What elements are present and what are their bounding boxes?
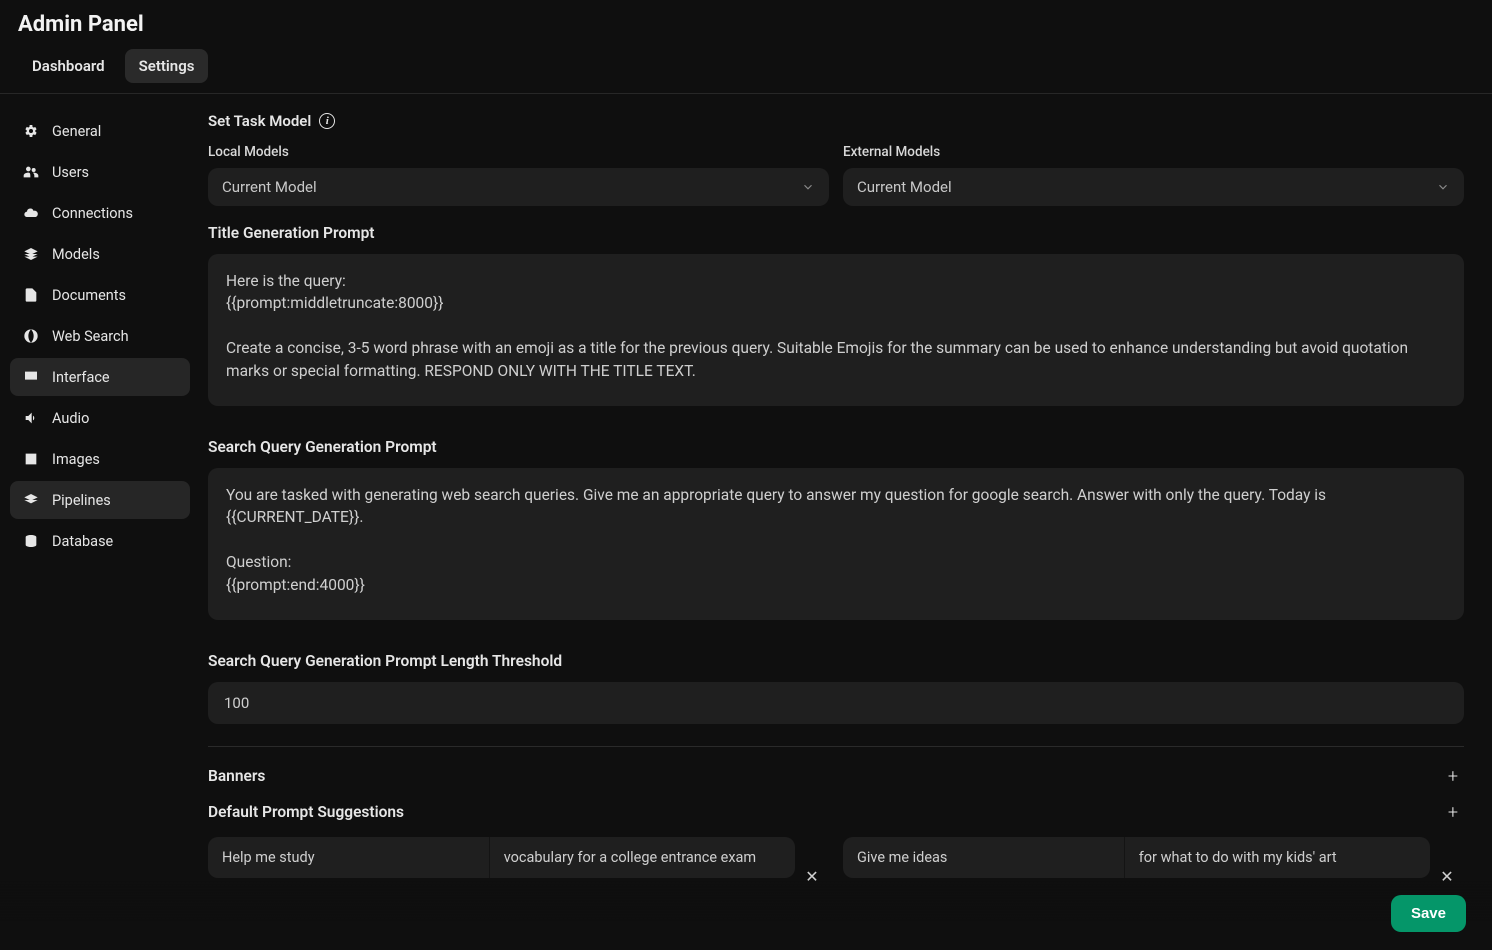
suggestion-card: ✕ [208,837,829,878]
interface-settings-panel: Set Task Model i Local Models Current Mo… [200,94,1492,950]
suggestion-subtitle-input[interactable] [490,837,795,878]
settings-sidebar: General Users Connections Models [0,94,200,950]
page-title: Admin Panel [18,12,1474,37]
sidebar-item-documents[interactable]: Documents [10,276,190,314]
sidebar-item-label: Interface [52,369,110,386]
local-models-select[interactable]: Current Model [208,168,829,206]
gear-icon [22,122,40,140]
set-task-model-title: Set Task Model i [208,112,1464,130]
search-query-threshold-input[interactable] [208,682,1464,724]
users-icon [22,163,40,181]
external-models-label: External Models [843,144,1464,160]
sidebar-item-users[interactable]: Users [10,153,190,191]
document-icon [22,286,40,304]
monitor-icon [22,368,40,386]
sidebar-item-label: Users [52,164,89,181]
sidebar-item-label: Documents [52,287,126,304]
banners-label: Banners [208,767,265,785]
default-prompt-suggestions-label: Default Prompt Suggestions [208,803,404,821]
remove-suggestion-button[interactable]: ✕ [1430,847,1464,888]
suggestion-title-input[interactable] [208,837,490,878]
suggestion-title-input[interactable] [843,837,1125,878]
sidebar-item-connections[interactable]: Connections [10,194,190,232]
local-models-label: Local Models [208,144,829,160]
sidebar-item-label: Pipelines [52,492,111,509]
external-models-select[interactable]: Current Model [843,168,1464,206]
suggestion-subtitle-input[interactable] [1125,837,1430,878]
add-suggestion-button[interactable]: + [1442,801,1464,823]
search-query-generation-prompt-label: Search Query Generation Prompt [208,438,1464,456]
header-tabs: Dashboard Settings [18,49,1474,83]
sidebar-item-audio[interactable]: Audio [10,399,190,437]
speaker-icon [22,409,40,427]
sidebar-item-label: Images [52,451,100,468]
title-generation-prompt-textarea[interactable] [208,254,1464,406]
sidebar-item-label: General [52,123,101,140]
database-icon [22,532,40,550]
sidebar-item-label: Models [52,246,100,263]
sidebar-item-models[interactable]: Models [10,235,190,273]
sidebar-item-interface[interactable]: Interface [10,358,190,396]
save-button[interactable]: Save [1391,895,1466,932]
layers-icon [22,491,40,509]
header: Admin Panel Dashboard Settings [0,0,1492,94]
sidebar-item-web-search[interactable]: Web Search [10,317,190,355]
local-models-value: Current Model [222,178,317,196]
tab-dashboard[interactable]: Dashboard [18,49,119,83]
chevron-down-icon [801,180,815,194]
suggestion-card: ✕ [843,837,1464,878]
add-banner-button[interactable]: + [1442,765,1464,787]
tab-settings[interactable]: Settings [125,49,209,83]
sidebar-item-label: Web Search [52,328,129,345]
sidebar-item-database[interactable]: Database [10,522,190,560]
search-query-generation-prompt-textarea[interactable] [208,468,1464,620]
sidebar-item-label: Database [52,533,113,550]
section-title-text: Set Task Model [208,112,311,130]
external-models-value: Current Model [857,178,952,196]
info-icon[interactable]: i [319,113,335,129]
remove-suggestion-button[interactable]: ✕ [795,847,829,888]
sidebar-item-images[interactable]: Images [10,440,190,478]
sidebar-item-pipelines[interactable]: Pipelines [10,481,190,519]
sidebar-item-label: Audio [52,410,89,427]
search-query-threshold-label: Search Query Generation Prompt Length Th… [208,652,1464,670]
image-icon [22,450,40,468]
title-generation-prompt-label: Title Generation Prompt [208,224,1464,242]
stack-icon [22,245,40,263]
sidebar-item-general[interactable]: General [10,112,190,150]
chevron-down-icon [1436,180,1450,194]
cloud-icon [22,204,40,222]
sidebar-item-label: Connections [52,205,133,222]
section-divider [208,746,1464,747]
globe-icon [22,327,40,345]
